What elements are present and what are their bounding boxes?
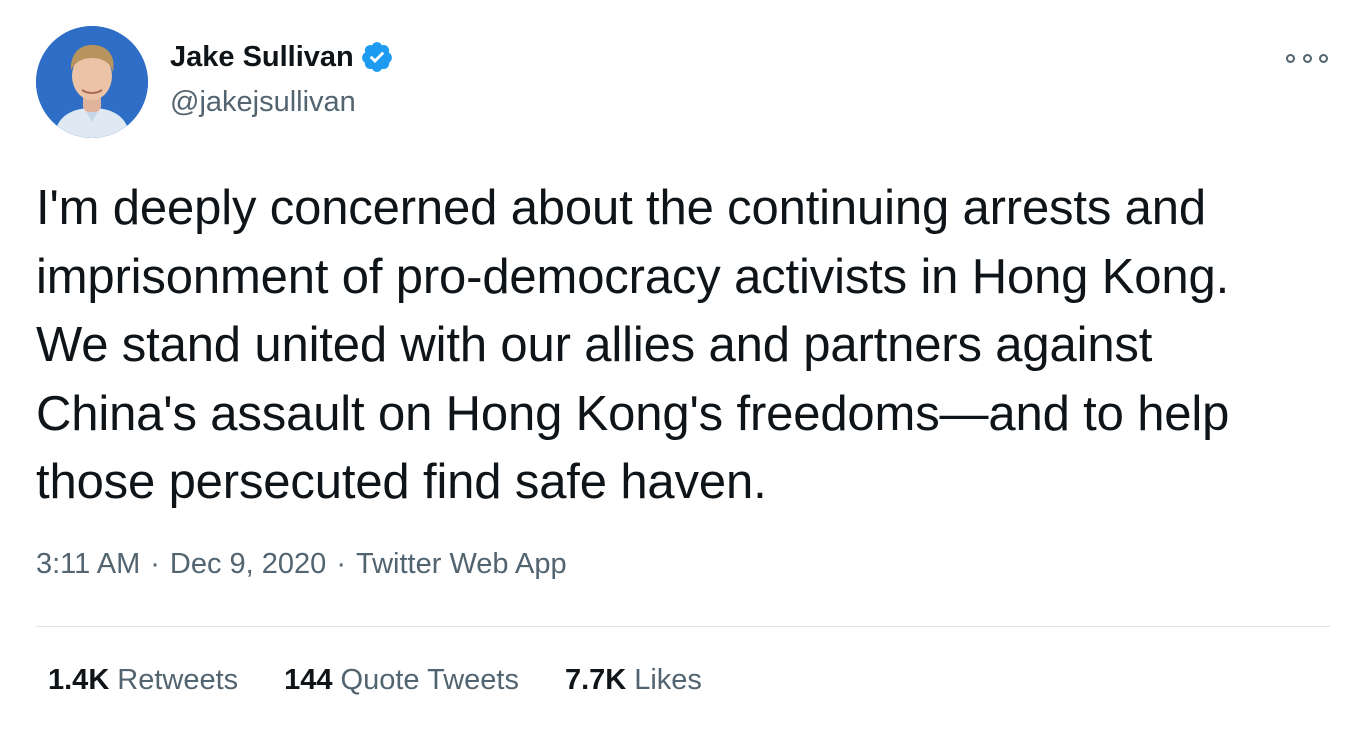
more-dot bbox=[1286, 53, 1295, 63]
stat-label: Retweets bbox=[117, 664, 239, 696]
avatar[interactable] bbox=[36, 26, 148, 138]
verified-badge-icon bbox=[360, 40, 394, 74]
stat-value: 1.4K bbox=[48, 664, 110, 696]
tweet-stats: 1.4K Retweets 144 Quote Tweets 7.7K Like… bbox=[48, 664, 748, 697]
stat-value: 144 bbox=[284, 664, 333, 696]
stat-retweets[interactable]: 1.4K Retweets bbox=[48, 664, 238, 697]
stat-value: 7.7K bbox=[564, 664, 627, 696]
stat-likes[interactable]: 7.7K Likes bbox=[565, 664, 702, 697]
author-name-row: Jake Sullivan bbox=[170, 40, 394, 74]
tweet-source[interactable]: Twitter Web App bbox=[356, 548, 567, 581]
meta-separator: · bbox=[150, 548, 160, 580]
tweet-time[interactable]: 3:11 AM bbox=[36, 548, 140, 581]
more-dot bbox=[1319, 53, 1328, 63]
tweet-card: Jake Sullivan @jakejsullivan I'm deeply … bbox=[0, 0, 1359, 735]
avatar-portrait-icon bbox=[36, 26, 148, 138]
stat-label: Quote Tweets bbox=[340, 664, 519, 696]
tweet-text: I'm deeply concerned about the continuin… bbox=[36, 181, 1230, 509]
more-dot bbox=[1302, 53, 1312, 63]
tweet-meta: 3:11 AM · Dec 9, 2020 · Twitter Web App bbox=[36, 548, 567, 581]
tweet-date[interactable]: Dec 9, 2020 bbox=[170, 548, 326, 581]
more-options-icon[interactable] bbox=[1286, 48, 1328, 68]
stat-quote-tweets[interactable]: 144 Quote Tweets bbox=[284, 664, 519, 697]
stat-label: Likes bbox=[634, 664, 702, 696]
author-handle[interactable]: @jakejsullivan bbox=[170, 86, 356, 119]
author-display-name[interactable]: Jake Sullivan bbox=[170, 41, 354, 74]
divider bbox=[36, 626, 1330, 627]
meta-separator: · bbox=[336, 548, 346, 580]
